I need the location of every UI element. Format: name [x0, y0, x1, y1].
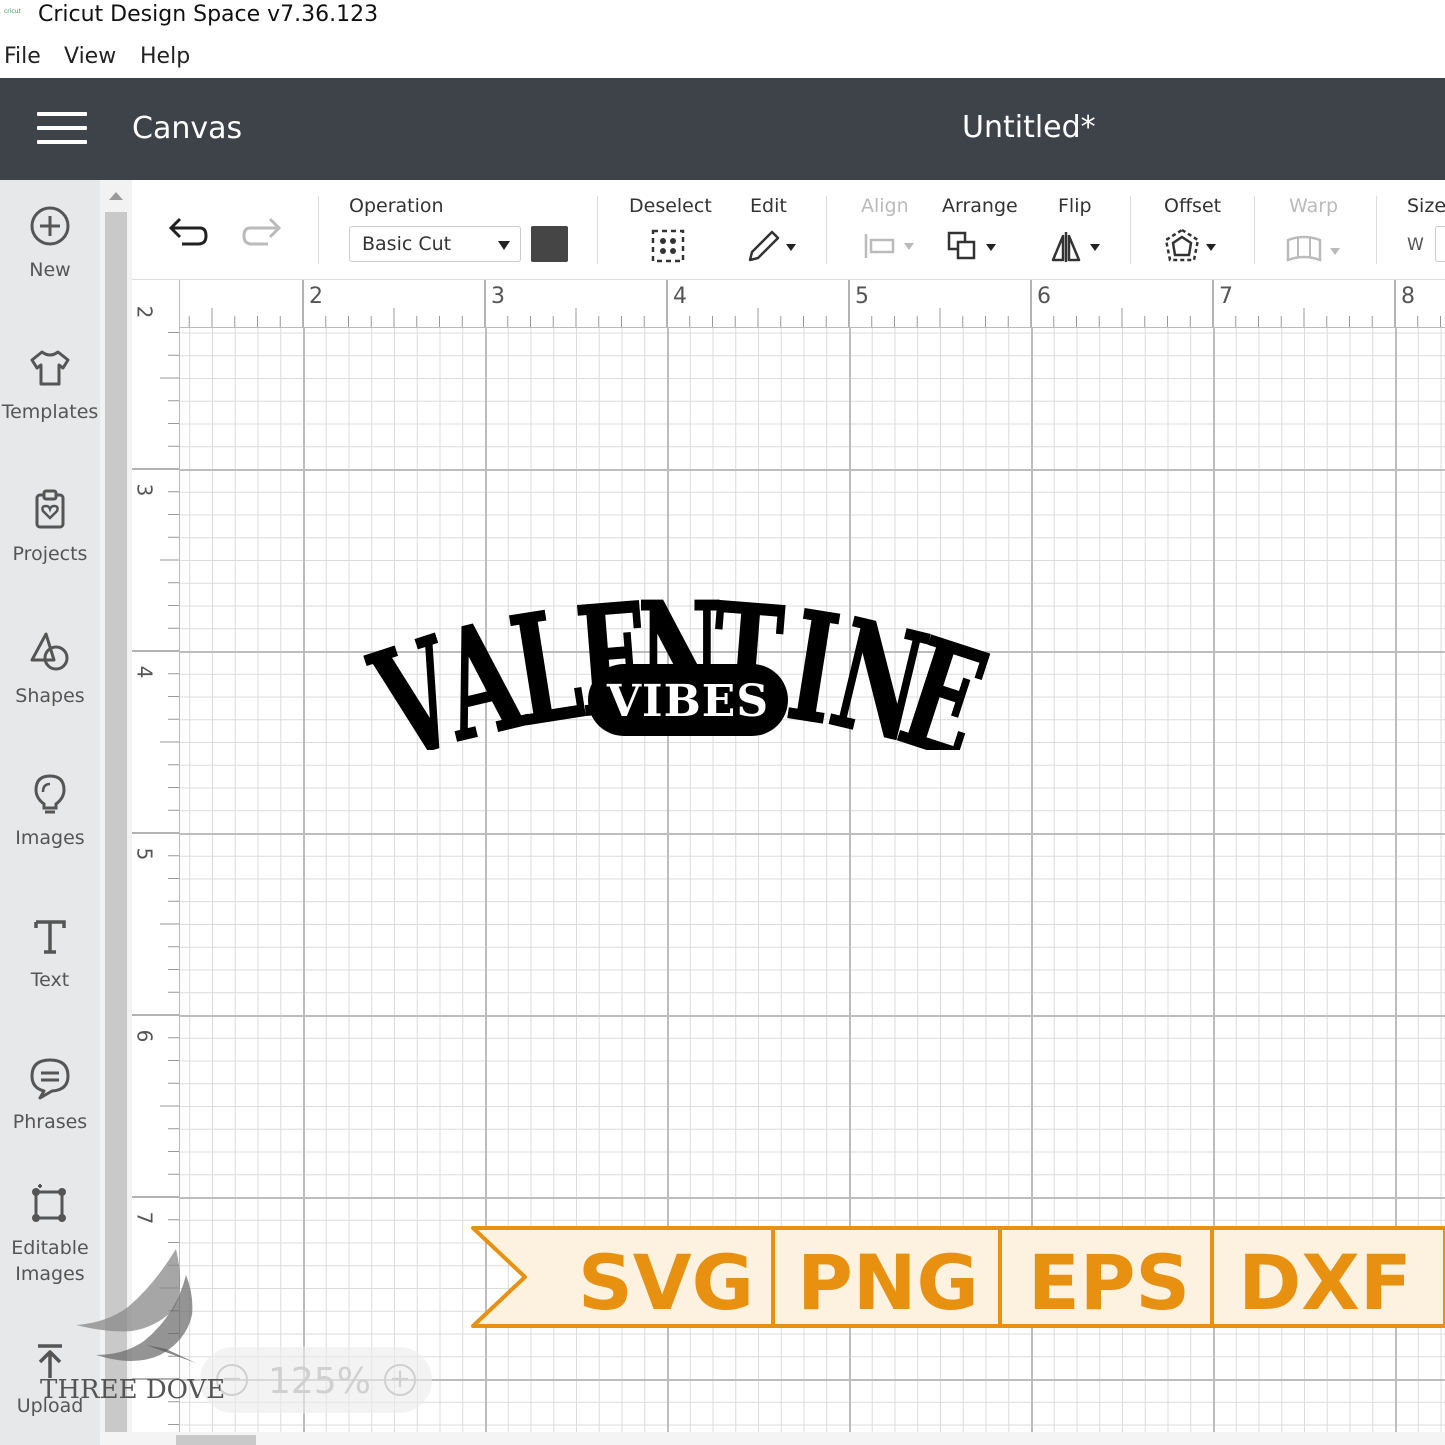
sidebar-item-text[interactable]: Text: [0, 914, 100, 996]
format-svg: SVG: [578, 1238, 754, 1327]
document-title[interactable]: Untitled*: [962, 110, 1096, 145]
align-label: Align: [861, 195, 909, 217]
sidebar-item-label: Phrases: [12, 1111, 88, 1133]
ruler-number: 3: [132, 483, 157, 497]
edit-toolbar: Operation Basic Cut Deselect Edit Align …: [132, 180, 1445, 280]
format-png: PNG: [797, 1238, 979, 1327]
clipboard-heart-icon: [35, 489, 65, 529]
sidebar-item-images[interactable]: Images: [0, 772, 100, 854]
format-dxf: DXF: [1238, 1238, 1412, 1327]
operation-label: Operation: [349, 195, 444, 217]
scroll-thumb[interactable]: [176, 1435, 256, 1445]
ruler-number: 7: [1219, 284, 1233, 309]
sidebar-item-label: New: [29, 259, 71, 281]
sidebar-item-upload[interactable]: Upload: [0, 1340, 100, 1422]
ruler-number: 6: [132, 1029, 157, 1043]
file-formats-banner: SVG PNG EPS DXF: [471, 1226, 1445, 1328]
left-sidebar: New Templates Projects Shapes Images Tex…: [0, 180, 100, 1445]
sidebar-item-projects[interactable]: Projects: [0, 488, 100, 570]
size-width-label: W: [1407, 235, 1424, 255]
format-eps: EPS: [1028, 1238, 1190, 1327]
sidebar-item-shapes[interactable]: Shapes: [0, 630, 100, 712]
ruler-number: 5: [132, 847, 157, 861]
sidebar-item-label: Upload: [16, 1395, 84, 1417]
sidebar-item-label: Text: [30, 969, 70, 991]
ruler-number: 4: [132, 665, 157, 679]
speech-bubble-icon: [30, 1058, 70, 1100]
sidebar-item-label: Shapes: [15, 685, 85, 707]
pencil-edit-icon[interactable]: [744, 228, 800, 264]
ruler-number: 7: [132, 1211, 157, 1225]
sidebar-item-label: Images: [15, 827, 85, 849]
upload-icon: [38, 1344, 62, 1378]
lightbulb-icon: [34, 774, 66, 814]
menu-help[interactable]: Help: [140, 44, 190, 69]
hamburger-menu-icon[interactable]: [37, 112, 87, 144]
operation-color-swatch[interactable]: [531, 226, 568, 262]
editable-images-icon: [32, 1184, 66, 1222]
align-icon[interactable]: [862, 230, 918, 262]
ruler-number: 6: [1037, 284, 1051, 309]
ruler-number: 2: [132, 305, 157, 319]
arrange-icon[interactable]: [946, 228, 1002, 264]
vertical-scrollbar[interactable]: [100, 180, 132, 1445]
zoom-in-button[interactable]: +: [384, 1364, 416, 1396]
chevron-down-icon: [498, 241, 510, 250]
shapes-icon: [30, 632, 69, 671]
ruler-number: 5: [855, 284, 869, 309]
deselect-icon[interactable]: [650, 228, 686, 264]
flip-icon[interactable]: [1050, 228, 1106, 264]
size-label: Size: [1407, 195, 1445, 217]
top-ruler-ticks: [188, 280, 1441, 327]
ruler-number: 2: [309, 284, 323, 309]
top-ruler: 2 3 4 5 6 7 8: [132, 280, 1445, 328]
undo-icon[interactable]: [166, 216, 210, 252]
zoom-level: 125%: [268, 1361, 371, 1402]
zoom-out-button[interactable]: −: [216, 1364, 248, 1396]
sidebar-item-phrases[interactable]: Phrases: [0, 1056, 100, 1138]
deselect-label: Deselect: [629, 195, 712, 217]
valentine-vibes-design[interactable]: VALENTINE VIBES: [280, 480, 1100, 750]
edit-label: Edit: [750, 195, 787, 217]
menu-file[interactable]: File: [4, 44, 41, 69]
sidebar-item-editable-images[interactable]: Editable Images: [0, 1182, 100, 1290]
flip-label: Flip: [1058, 195, 1092, 217]
warp-icon[interactable]: [1284, 232, 1344, 264]
arrange-label: Arrange: [942, 195, 1018, 217]
app-logo-icon: cricut: [4, 8, 21, 15]
vibes-text: VIBES: [606, 676, 769, 727]
warp-label: Warp: [1289, 195, 1339, 217]
ruler-number: 4: [673, 284, 687, 309]
operation-select[interactable]: Basic Cut: [349, 226, 521, 262]
zoom-control: − 125% +: [200, 1347, 432, 1413]
menu-view[interactable]: View: [64, 44, 116, 69]
sidebar-item-new[interactable]: New: [0, 204, 100, 286]
size-width-input[interactable]: [1435, 226, 1445, 262]
app-header: Canvas Untitled*: [0, 78, 1445, 180]
left-ruler-ticks: [132, 332, 179, 1425]
tshirt-icon: [30, 350, 70, 386]
menu-bar: File View Help: [0, 38, 1445, 76]
horizontal-scrollbar[interactable]: [100, 1432, 1445, 1445]
redo-icon[interactable]: [240, 216, 284, 252]
plus-circle-icon: [30, 206, 70, 246]
window-title-bar: cricut Cricut Design Space v7.36.123: [0, 0, 1445, 36]
offset-label: Offset: [1164, 195, 1222, 217]
sidebar-item-label: Templates: [1, 401, 99, 423]
offset-icon[interactable]: [1164, 228, 1220, 264]
left-ruler: 2 3 4 5 6 7: [132, 280, 180, 1445]
sidebar-item-label: Projects: [12, 543, 88, 565]
section-title: Canvas: [132, 111, 243, 146]
ruler-number: 3: [491, 284, 505, 309]
scroll-thumb[interactable]: [105, 212, 127, 1445]
sidebar-item-templates[interactable]: Templates: [0, 346, 100, 428]
window-title: Cricut Design Space v7.36.123: [38, 2, 379, 27]
operation-value: Basic Cut: [362, 233, 452, 255]
text-t-icon: [34, 920, 66, 954]
ruler-number: 8: [1401, 284, 1415, 309]
scroll-up-icon[interactable]: [109, 192, 123, 200]
